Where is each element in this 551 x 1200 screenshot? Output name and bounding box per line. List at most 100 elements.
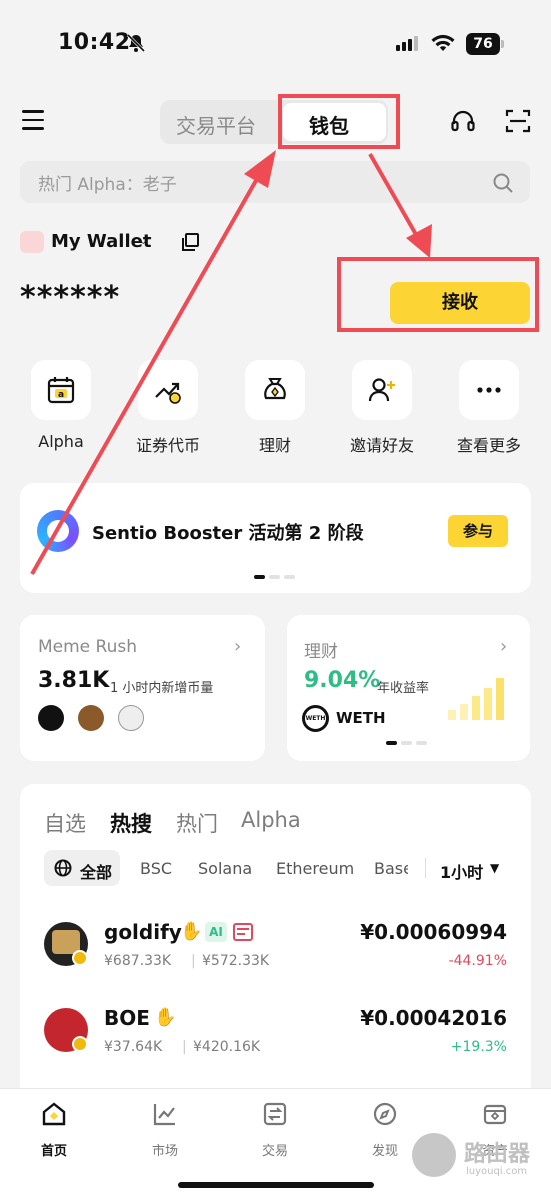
battery-cap	[501, 40, 504, 48]
wave-hand-icon: ✋	[180, 921, 203, 942]
wifi-icon	[431, 34, 455, 51]
meme-coin-icon	[118, 705, 144, 731]
shortcut-label: 证券代币	[135, 436, 200, 455]
shortcut-label: 理财	[258, 436, 291, 455]
timeframe-select[interactable]: 1小时	[440, 859, 483, 883]
separator: |	[191, 953, 196, 969]
annotation-box-receive	[337, 257, 539, 332]
weth-icon: WETH	[302, 705, 329, 732]
annotation-box-wallet	[278, 94, 400, 149]
banner-title: Sentio Booster 活动第 2 阶段	[92, 523, 364, 544]
token-liquidity: ¥572.33K	[202, 953, 270, 969]
nav-trade[interactable]: 交易	[235, 1100, 315, 1159]
copy-icon[interactable]	[180, 232, 200, 252]
more-icon	[477, 387, 501, 393]
ai-badge: AI	[205, 922, 227, 942]
tab-alpha[interactable]: Alpha	[241, 808, 301, 832]
market-chart-icon	[153, 1104, 175, 1126]
meme-coin-icon	[78, 705, 104, 731]
join-button[interactable]: 参与	[448, 515, 508, 547]
growth-bars-icon	[448, 678, 504, 720]
token-volume: ¥37.64K	[104, 1039, 163, 1055]
assets-wallet-icon	[483, 1104, 507, 1125]
chain-all-label: 全部	[80, 863, 113, 882]
chain-divider	[425, 858, 426, 878]
meme-coin-icon	[38, 705, 64, 731]
finance-caption: 年收益率	[377, 681, 430, 696]
trade-icon	[263, 1102, 287, 1126]
money-bag-icon	[264, 378, 286, 400]
shortcut-more[interactable]: 查看更多	[439, 360, 539, 456]
wallet-avatar-icon	[20, 231, 44, 253]
shortcut-label: Alpha	[38, 432, 84, 451]
meme-card-title: Meme Rush	[38, 637, 138, 657]
search-icon[interactable]	[492, 172, 514, 194]
headset-icon[interactable]	[450, 108, 476, 134]
meme-card-caption: 1 小时内新增币量	[110, 681, 214, 696]
globe-icon	[54, 859, 72, 877]
finance-rate: 9.04%	[304, 668, 381, 693]
token-name: BOE	[104, 1006, 150, 1030]
finance-card-title: 理财	[304, 642, 338, 662]
invite-user-icon	[368, 378, 395, 402]
watermark-sub: luyouqi.com	[466, 1166, 528, 1177]
chain-solana[interactable]: Solana	[198, 859, 252, 878]
caret-down-icon[interactable]: ▼	[490, 861, 499, 875]
token-change: -44.91%	[448, 953, 507, 969]
market-panel	[20, 784, 531, 1104]
chain-ethereum[interactable]: Ethereum	[276, 859, 354, 878]
wallet-name[interactable]: My Wallet	[51, 231, 151, 252]
hot-tag-icon	[233, 923, 253, 941]
securities-chart-icon	[155, 382, 181, 404]
wallet-balance: ******	[20, 280, 121, 315]
chevron-right-icon: ›	[500, 636, 508, 657]
status-time: 10:42	[58, 30, 131, 55]
tab-exchange[interactable]: 交易平台	[176, 110, 256, 139]
meme-card-value: 3.81K	[38, 668, 110, 693]
carousel-dots	[254, 575, 295, 579]
finance-asset: WETH	[336, 709, 386, 727]
watermark-text: 路由器	[464, 1142, 531, 1167]
discover-icon	[373, 1102, 397, 1126]
finance-carousel-dots	[386, 741, 427, 745]
token-liquidity: ¥420.16K	[193, 1039, 261, 1055]
chain-base[interactable]: Base	[374, 859, 408, 878]
bell-muted-icon	[126, 33, 146, 53]
nav-home[interactable]: 首页	[14, 1100, 94, 1159]
nav-label: 首页	[40, 1144, 67, 1159]
chevron-right-icon: ›	[234, 636, 242, 657]
menu-icon[interactable]	[22, 110, 44, 132]
token-price: ¥0.00060994	[360, 920, 507, 944]
nav-market[interactable]: 市场	[125, 1100, 205, 1159]
nav-label: 市场	[151, 1144, 178, 1159]
wave-hand-icon: ✋	[154, 1007, 177, 1028]
svg-text:a: a	[58, 390, 64, 400]
sentio-logo-inner	[47, 520, 69, 542]
tab-watchlist[interactable]: 自选	[44, 808, 86, 838]
shortcut-invite[interactable]: 邀请好友	[332, 360, 432, 456]
home-icon	[42, 1102, 66, 1126]
tab-popular[interactable]: 热门	[176, 808, 218, 838]
battery-indicator: 76	[466, 33, 500, 55]
shortcut-alpha[interactable]: a Alpha	[11, 360, 111, 451]
search-placeholder: 热门 Alpha：老子	[38, 175, 177, 195]
watermark-logo	[412, 1133, 456, 1177]
chain-bsc[interactable]: BSC	[140, 859, 172, 878]
token-price: ¥0.00042016	[360, 1006, 507, 1030]
nav-label: 交易	[261, 1144, 288, 1159]
home-indicator	[178, 1182, 374, 1188]
separator: |	[182, 1039, 187, 1055]
alpha-calendar-icon: a	[47, 377, 75, 404]
bsc-chain-icon	[72, 1036, 88, 1052]
scan-icon[interactable]	[505, 108, 531, 134]
signal-icon	[396, 36, 418, 51]
token-volume: ¥687.33K	[104, 953, 172, 969]
token-name: goldify	[104, 920, 182, 944]
token-change: +19.3%	[450, 1039, 507, 1055]
tab-hot-search[interactable]: 热搜	[110, 808, 152, 838]
bsc-chain-icon	[72, 950, 88, 966]
chevron-down-icon[interactable]: ⌵	[138, 232, 149, 248]
shortcut-label: 查看更多	[456, 436, 521, 455]
shortcut-finance[interactable]: 理财	[225, 360, 325, 456]
shortcut-securities[interactable]: 证券代币	[118, 360, 218, 456]
